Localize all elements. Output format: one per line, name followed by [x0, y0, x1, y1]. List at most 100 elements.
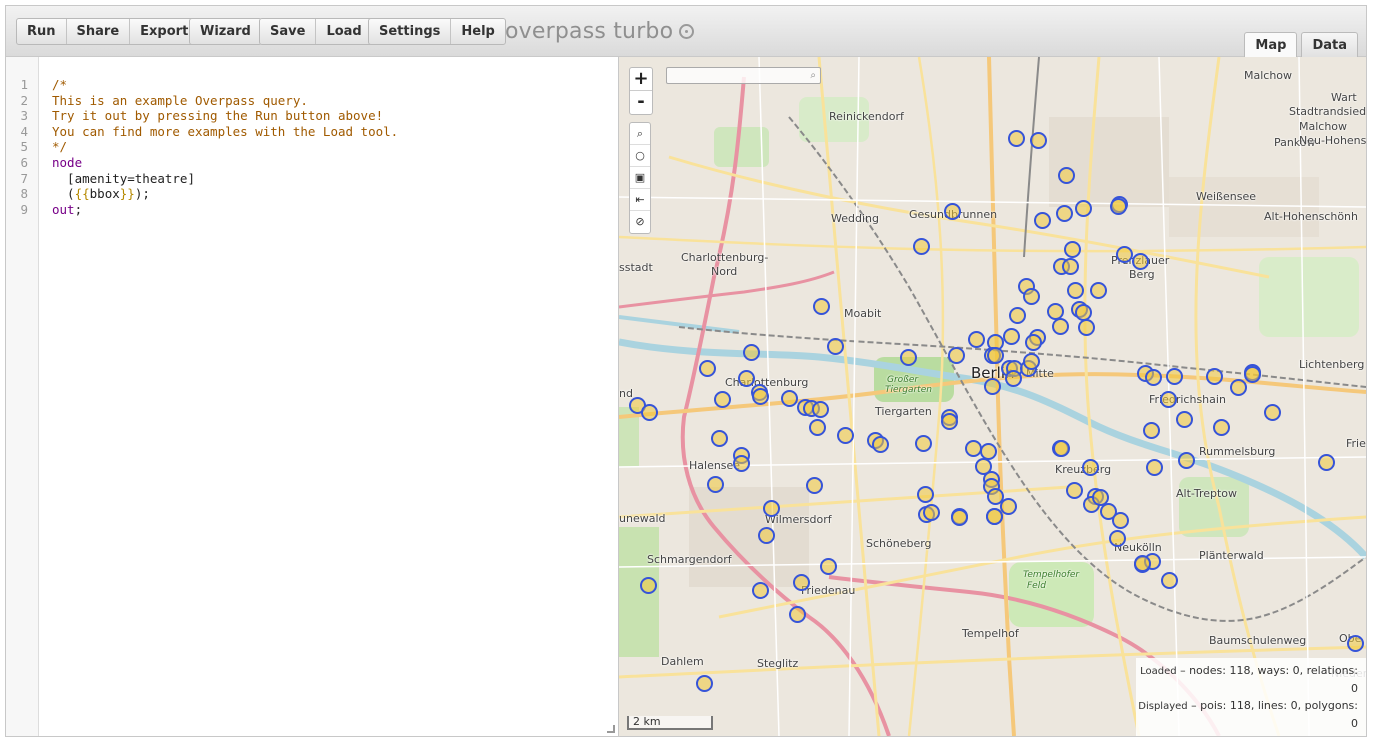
poi-marker[interactable] — [1213, 419, 1230, 436]
poi-marker[interactable] — [1116, 246, 1133, 263]
circle-icon[interactable]: ○ — [630, 145, 650, 167]
poi-marker[interactable] — [707, 476, 724, 493]
poi-marker[interactable] — [711, 430, 728, 447]
poi-marker[interactable] — [913, 238, 930, 255]
code-line[interactable]: 2 This is an example Overpass query. — [6, 93, 618, 109]
share-button[interactable]: Share — [67, 19, 131, 44]
poi-marker[interactable] — [984, 378, 1001, 395]
poi-marker[interactable] — [789, 606, 806, 623]
poi-marker[interactable] — [743, 344, 760, 361]
poi-marker[interactable] — [1206, 368, 1223, 385]
poi-marker[interactable] — [1143, 422, 1160, 439]
code-area[interactable]: 1 /* 2 This is an example Overpass query. 3 T… — [6, 77, 618, 217]
poi-marker[interactable] — [1008, 130, 1025, 147]
code-line[interactable]: 9 out; — [6, 202, 618, 218]
poi-marker[interactable] — [872, 436, 889, 453]
poi-marker[interactable] — [1161, 572, 1178, 589]
poi-marker[interactable] — [900, 349, 917, 366]
poi-marker[interactable] — [1067, 282, 1084, 299]
poi-marker[interactable] — [1264, 404, 1281, 421]
poi-marker[interactable] — [641, 404, 658, 421]
poi-marker[interactable] — [699, 360, 716, 377]
poi-marker[interactable] — [1347, 635, 1364, 652]
code-line[interactable]: 4 You can find more examples with the Loa… — [6, 124, 618, 140]
poi-marker[interactable] — [820, 558, 837, 575]
poi-marker[interactable] — [944, 203, 961, 220]
zoom-to-data-icon[interactable]: ⌕ — [630, 123, 650, 145]
code-line[interactable]: 8 ({{bbox}}); — [6, 186, 618, 202]
poi-marker[interactable] — [1025, 334, 1042, 351]
image-icon[interactable]: ▣ — [630, 167, 650, 189]
no-entry-icon[interactable]: ⊘ — [630, 211, 650, 233]
poi-marker[interactable] — [915, 435, 932, 452]
poi-marker[interactable] — [1053, 440, 1070, 457]
tab-map[interactable]: Map — [1244, 32, 1298, 58]
poi-marker[interactable] — [696, 675, 713, 692]
poi-marker[interactable] — [1005, 370, 1022, 387]
poi-marker[interactable] — [1132, 253, 1149, 270]
resize-handle-icon[interactable] — [607, 725, 615, 733]
poi-marker[interactable] — [714, 391, 731, 408]
zoom-in-button[interactable]: + — [630, 68, 652, 91]
poi-marker[interactable] — [1146, 459, 1163, 476]
query-editor[interactable]: 1 /* 2 This is an example Overpass query. 3 T… — [6, 57, 619, 736]
code-line[interactable]: 7 [amenity=theatre] — [6, 171, 618, 187]
poi-marker[interactable] — [809, 419, 826, 436]
poi-marker[interactable] — [733, 455, 750, 472]
poi-marker[interactable] — [1112, 512, 1129, 529]
poi-marker[interactable] — [1023, 353, 1040, 370]
poi-marker[interactable] — [1023, 288, 1040, 305]
poi-marker[interactable] — [793, 574, 810, 591]
poi-marker[interactable] — [827, 338, 844, 355]
poi-marker[interactable] — [1160, 391, 1177, 408]
poi-marker[interactable] — [1052, 318, 1069, 335]
arrow-left-bar-icon[interactable]: ⇤ — [630, 189, 650, 211]
poi-marker[interactable] — [763, 500, 780, 517]
poi-marker[interactable] — [1244, 366, 1261, 383]
poi-marker[interactable] — [758, 527, 775, 544]
poi-marker[interactable] — [1058, 167, 1075, 184]
search-icon[interactable]: ⌕ — [810, 68, 816, 83]
poi-marker[interactable] — [1064, 241, 1081, 258]
poi-marker[interactable] — [968, 331, 985, 348]
map-view[interactable]: Malchow WartStadtrandsiedlung Malchow Reini… — [619, 57, 1366, 736]
poi-marker[interactable] — [1134, 555, 1151, 572]
poi-marker[interactable] — [941, 413, 958, 430]
poi-marker[interactable] — [1003, 328, 1020, 345]
poi-marker[interactable] — [1056, 205, 1073, 222]
poi-marker[interactable] — [948, 347, 965, 364]
poi-marker[interactable] — [1075, 200, 1092, 217]
poi-marker[interactable] — [1110, 198, 1127, 215]
code-line[interactable]: 6 node — [6, 155, 618, 171]
poi-marker[interactable] — [917, 486, 934, 503]
map-search-input[interactable]: ⌕ — [666, 67, 821, 84]
poi-marker[interactable] — [640, 577, 657, 594]
poi-marker[interactable] — [1066, 482, 1083, 499]
poi-marker[interactable] — [1030, 132, 1047, 149]
poi-marker[interactable] — [781, 390, 798, 407]
code-line[interactable]: 1 /* — [6, 77, 618, 93]
poi-marker[interactable] — [951, 509, 968, 526]
poi-marker[interactable] — [1230, 379, 1247, 396]
poi-marker[interactable] — [1034, 212, 1051, 229]
settings-button[interactable]: Settings — [369, 19, 452, 44]
help-button[interactable]: Help — [451, 19, 504, 44]
poi-marker[interactable] — [1000, 498, 1017, 515]
poi-marker[interactable] — [813, 298, 830, 315]
run-button[interactable]: Run — [17, 19, 67, 44]
save-button[interactable]: Save — [260, 19, 317, 44]
poi-marker[interactable] — [1062, 258, 1079, 275]
poi-marker[interactable] — [1145, 369, 1162, 386]
poi-marker[interactable] — [752, 582, 769, 599]
poi-marker[interactable] — [1109, 530, 1126, 547]
code-line[interactable]: 3 Try it out by pressing the Run button a… — [6, 108, 618, 124]
wizard-button[interactable]: Wizard — [190, 19, 261, 44]
poi-marker[interactable] — [1176, 411, 1193, 428]
poi-marker[interactable] — [1009, 307, 1026, 324]
poi-marker[interactable] — [1318, 454, 1335, 471]
poi-marker[interactable] — [752, 388, 769, 405]
poi-marker[interactable] — [806, 477, 823, 494]
poi-marker[interactable] — [1082, 459, 1099, 476]
poi-marker[interactable] — [1166, 368, 1183, 385]
zoom-out-button[interactable]: - — [630, 91, 652, 114]
